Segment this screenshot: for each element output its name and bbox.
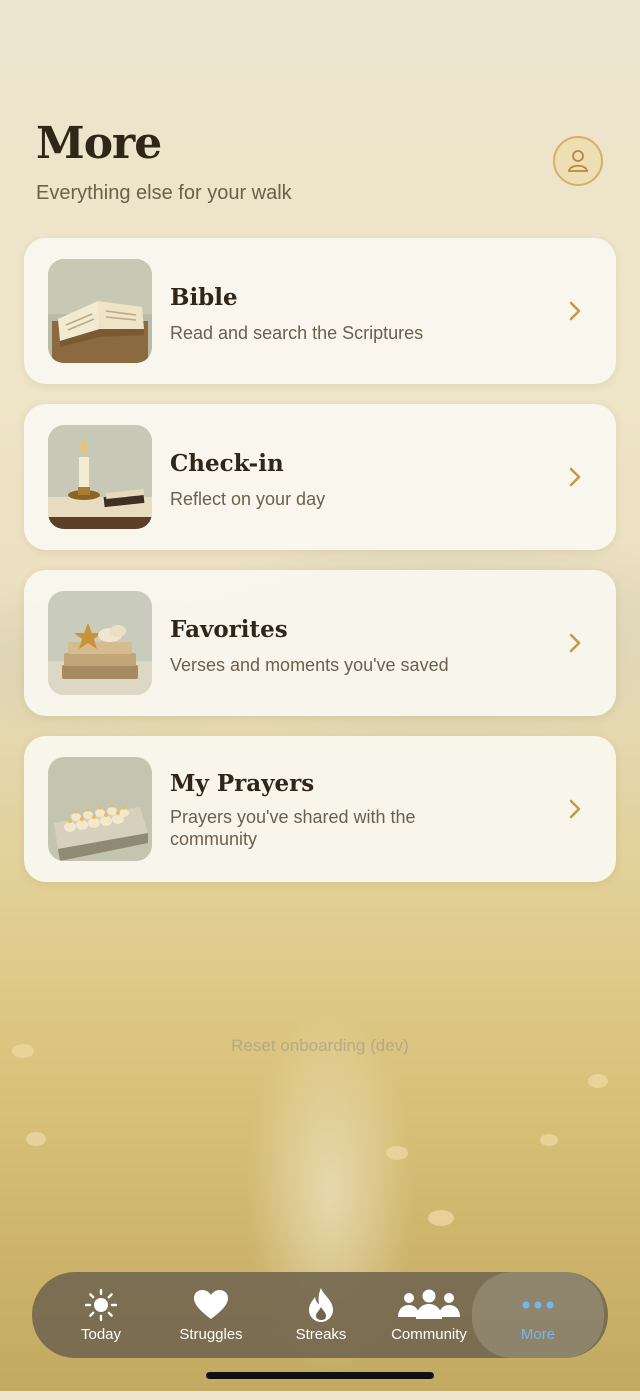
tab-label: Community (391, 1325, 467, 1343)
menu-card-title: Favorites (170, 616, 288, 643)
chevron-right-icon (569, 633, 581, 653)
home-indicator (206, 1372, 434, 1379)
menu-card-title: My Prayers (170, 770, 315, 797)
page-title: More (36, 118, 162, 169)
menu-card-title: Check-in (170, 450, 284, 477)
menu-card-title: Bible (170, 284, 238, 311)
people-icon (398, 1289, 460, 1319)
profile-button[interactable] (553, 136, 603, 186)
my-prayers-thumbnail (48, 757, 152, 861)
sun-icon (84, 1288, 118, 1321)
bottom-tab-bar: Today Struggles Streaks Community More (32, 1272, 608, 1358)
menu-card-favorites[interactable]: Favorites Verses and moments you've save… (24, 570, 616, 716)
tab-label: Struggles (179, 1325, 243, 1343)
menu-card-subtitle: Verses and moments you've saved (170, 655, 449, 675)
menu-card-bible[interactable]: Bible Read and search the Scriptures (24, 238, 616, 384)
tab-label: Streaks (295, 1325, 347, 1343)
background-flower (386, 1146, 408, 1160)
menu-card-subtitle: Prayers you've shared with the community (170, 807, 416, 849)
check-in-thumbnail (48, 425, 152, 529)
tab-struggles[interactable]: Struggles (156, 1272, 266, 1358)
more-dots-icon (522, 1300, 554, 1309)
tab-streaks[interactable]: Streaks (266, 1272, 376, 1358)
heart-icon (194, 1289, 228, 1319)
menu-card-subtitle: Reflect on your day (170, 489, 326, 509)
chevron-right-icon (569, 301, 581, 321)
tab-more[interactable]: More (472, 1272, 604, 1358)
tab-community[interactable]: Community (376, 1272, 482, 1358)
background-flower (428, 1210, 454, 1226)
tab-label: More (520, 1325, 556, 1343)
page-subtitle: Everything else for your walk (36, 182, 292, 204)
background-flower (540, 1134, 558, 1146)
background-flower (26, 1132, 46, 1146)
reset-onboarding-link[interactable]: Reset onboarding (dev) (0, 1036, 640, 1056)
chevron-right-icon (569, 467, 581, 487)
bible-thumbnail (48, 259, 152, 363)
person-icon (567, 150, 589, 172)
tab-today[interactable]: Today (46, 1272, 156, 1358)
tab-label: Today (80, 1325, 122, 1343)
menu-card-check-in[interactable]: Check-in Reflect on your day (24, 404, 616, 550)
chevron-right-icon (569, 799, 581, 819)
background-flower (588, 1074, 608, 1088)
favorites-thumbnail (48, 591, 152, 695)
menu-card-my-prayers[interactable]: My Prayers Prayers you've shared with th… (24, 736, 616, 882)
flame-icon (309, 1287, 333, 1322)
menu-card-subtitle: Read and search the Scriptures (170, 323, 424, 343)
